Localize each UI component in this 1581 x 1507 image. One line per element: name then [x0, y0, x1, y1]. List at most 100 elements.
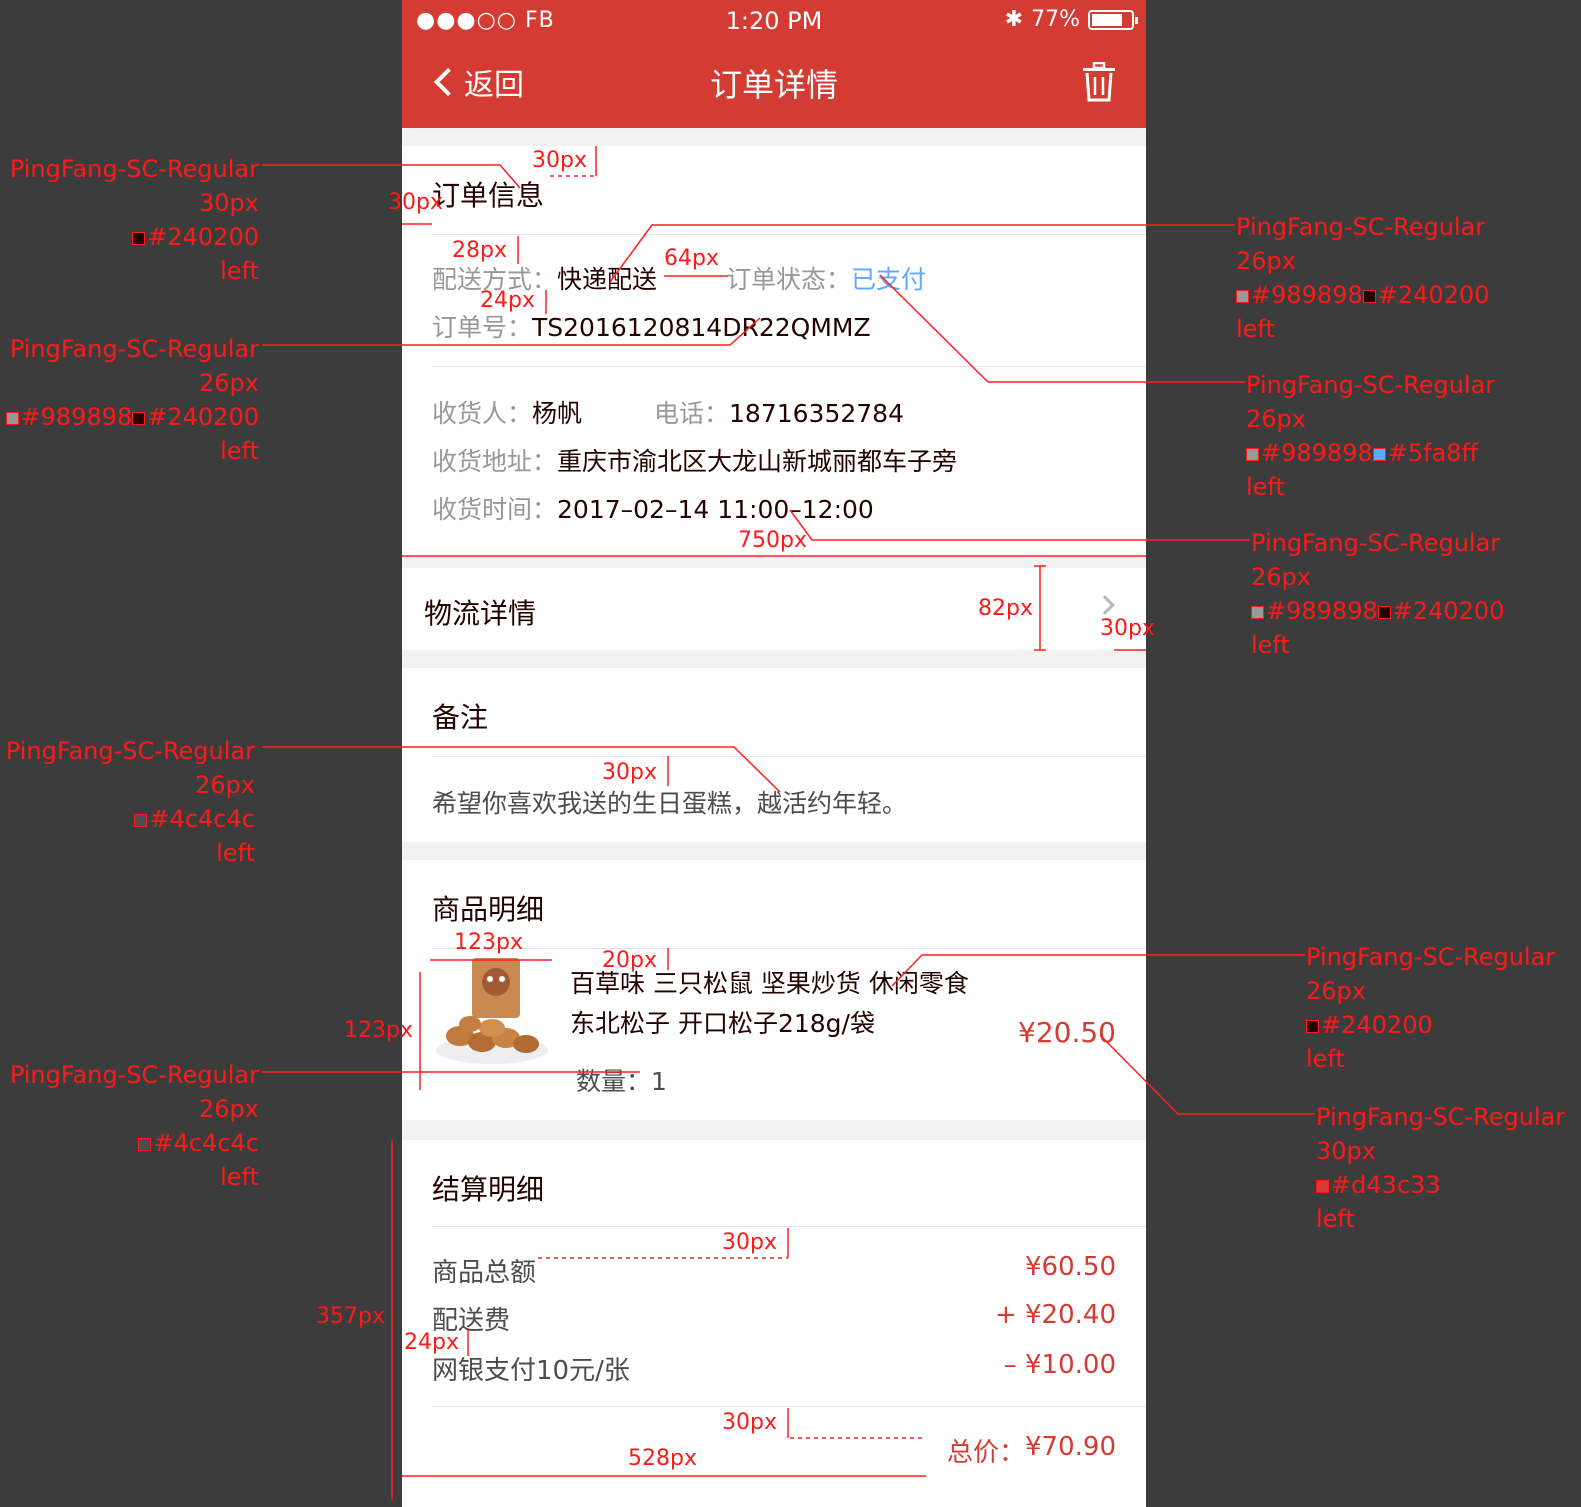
status-bar: ●●●○○ FB 1:20 PM ✱ 77%: [402, 0, 1146, 42]
divider: [432, 756, 1146, 757]
measure-label: 28px: [452, 238, 507, 263]
page-title: 订单详情: [709, 66, 838, 104]
measure-label: 123px: [454, 930, 523, 955]
swatch-icon: [1246, 447, 1259, 461]
swatch-icon: [1372, 447, 1386, 461]
swatch-icon: [1306, 1019, 1319, 1033]
receiver-name-label: 收货人：: [432, 399, 533, 428]
chevron-right-icon: [1095, 595, 1115, 615]
swatch-icon: [1362, 289, 1376, 303]
product-price: ¥20.50: [1018, 1016, 1116, 1049]
product-quantity: 数量：1: [576, 1062, 667, 1098]
annotation-quantity: PingFang-SC-Regular 26px #4c4c4c left: [9, 1061, 259, 1191]
measure-label: 123px: [344, 1018, 413, 1043]
bluetooth-icon: ✱: [1004, 7, 1024, 32]
swatch-icon: [1316, 1179, 1329, 1193]
product-thumbnail[interactable]: [432, 952, 552, 1072]
annotation-remark: PingFang-SC-Regular 26px #4c4c4c left: [5, 737, 255, 867]
order-status-row: 订单状态：已支付: [726, 260, 926, 296]
annotation-order-rows: PingFang-SC-Regular 26px #989898 #240200 …: [5, 332, 259, 468]
order-info-card: 订单信息 配送方式：快递配送 订单状态：已支付 订单号：TS2016120814…: [402, 146, 1146, 556]
status-right: ✱ 77%: [1004, 7, 1138, 32]
divider: [432, 1226, 1146, 1227]
logistics-row[interactable]: 物流详情: [402, 568, 1146, 650]
measure-label: 24px: [480, 288, 535, 313]
swatch-icon: [138, 1137, 152, 1151]
trash-icon[interactable]: [1082, 62, 1116, 102]
delivery-row: 配送方式：快递配送: [432, 260, 657, 296]
settlement-row-shipping: 配送费 + ¥20.40: [432, 1300, 1116, 1336]
measure-label: 82px: [978, 596, 1033, 621]
order-status-label: 订单状态：: [726, 265, 852, 294]
design-spec-canvas: { "status_bar": { "carrier": "●●●○○ FB",…: [0, 0, 1581, 1507]
swatch-icon: [1236, 289, 1249, 303]
annotation-status: PingFang-SC-Regular 26px #989898 #5fa8ff …: [1246, 371, 1496, 501]
swatch-icon: [134, 813, 148, 827]
measure-label: 30px: [1100, 616, 1155, 641]
receiver-address-label: 收货地址：: [432, 447, 558, 476]
settlement-card: 结算明细 商品总额 ¥60.50 配送费 + ¥20.40 网银支付10元/张 – ¥…: [402, 1140, 1146, 1507]
receiver-phone-value: 18716352784: [729, 399, 904, 428]
measure-label: 30px: [722, 1410, 777, 1435]
annotation-delivery: PingFang-SC-Regular 26px #989898 #240200 …: [1236, 213, 1490, 343]
swatch-icon: [1251, 605, 1264, 619]
receive-time-value: 2017–02–14 11:00–12:00: [557, 495, 874, 524]
measure-label: 30px: [532, 148, 587, 173]
total-label: 总价：: [947, 1438, 1026, 1468]
settlement-row-goods: 商品总额 ¥60.50: [432, 1252, 1116, 1288]
battery-percent: 77%: [1031, 7, 1080, 32]
measure-label: 30px: [388, 190, 443, 215]
battery-icon: [1088, 9, 1138, 30]
measure-label: 528px: [628, 1446, 697, 1471]
measure-label: 357px: [316, 1304, 385, 1329]
receiver-name-row: 收货人：杨帆: [432, 394, 582, 430]
logistics-label: 物流详情: [424, 597, 537, 630]
measure-label: 30px: [722, 1230, 777, 1255]
settlement-title: 结算明细: [432, 1173, 545, 1206]
receive-time-label: 收货时间：: [432, 495, 558, 524]
receiver-address-value: 重庆市渝北区大龙山新城丽都车子旁: [557, 447, 958, 476]
annotation-receive-time: PingFang-SC-Regular 26px #989898 #240200 …: [1251, 529, 1505, 659]
swatch-icon: [1377, 605, 1391, 619]
measure-label: 30px: [602, 760, 657, 785]
swatch-icon: [132, 231, 146, 245]
receive-time-row: 收货时间：2017–02–14 11:00–12:00: [432, 490, 874, 526]
annotation-order-title: PingFang-SC-Regular 30px #240200 left: [9, 155, 259, 285]
order-info-title: 订单信息: [432, 179, 545, 212]
swatch-icon: [5, 411, 19, 425]
app-header: ●●●○○ FB 1:20 PM ✱ 77% 返回 订单详情: [402, 0, 1146, 128]
remark-card: 备注 希望你喜欢我送的生日蛋糕，越活约年轻。: [402, 668, 1146, 842]
delivery-value: 快递配送: [557, 265, 658, 294]
divider: [432, 234, 1146, 235]
annotation-product-name: PingFang-SC-Regular 26px #240200 left: [1306, 943, 1556, 1073]
divider: [432, 1406, 1146, 1407]
divider: [432, 366, 1146, 367]
measure-label: 750px: [738, 528, 807, 553]
measure-label: 24px: [404, 1330, 459, 1355]
order-number-label: 订单号：: [432, 313, 533, 342]
annotation-product-price: PingFang-SC-Regular 30px #d43c33 left: [1316, 1103, 1566, 1233]
measure-label: 20px: [602, 948, 657, 973]
navigation-bar: 返回 订单详情: [402, 52, 1146, 116]
settlement-row-coupon: 网银支付10元/张 – ¥10.00: [432, 1350, 1116, 1386]
product-name-line2: 东北松子 开口松子218g/袋: [570, 1009, 875, 1038]
remark-title: 备注: [432, 701, 489, 734]
divider: [432, 948, 1146, 949]
goods-card: 商品明细 百草味 三只松鼠 坚果炒货 休闲零食 东北松子 开口松子218g/袋 …: [402, 860, 1146, 1120]
goods-title: 商品明细: [432, 893, 545, 926]
order-status-value: 已支付: [851, 265, 927, 294]
order-number-value: TS2016120814DR22QMMZ: [532, 313, 871, 342]
order-number-row: 订单号：TS2016120814DR22QMMZ: [432, 308, 871, 344]
receiver-phone-label: 电话：: [654, 399, 730, 428]
measure-label: 64px: [664, 246, 719, 271]
total-value: ¥70.90: [1025, 1432, 1116, 1462]
settlement-total: 总价： ¥70.90: [432, 1432, 1116, 1469]
quantity-label: 数量：: [576, 1067, 652, 1096]
quantity-value: 1: [651, 1067, 667, 1096]
receiver-address-row: 收货地址：重庆市渝北区大龙山新城丽都车子旁: [432, 442, 957, 478]
remark-text: 希望你喜欢我送的生日蛋糕，越活约年轻。: [432, 789, 908, 818]
phone-screen: ●●●○○ FB 1:20 PM ✱ 77% 返回 订单详情 订单信息 配送方式…: [402, 0, 1146, 1507]
receiver-phone-row: 电话：18716352784: [654, 394, 904, 430]
receiver-name-value: 杨帆: [532, 399, 583, 428]
swatch-icon: [132, 411, 146, 425]
